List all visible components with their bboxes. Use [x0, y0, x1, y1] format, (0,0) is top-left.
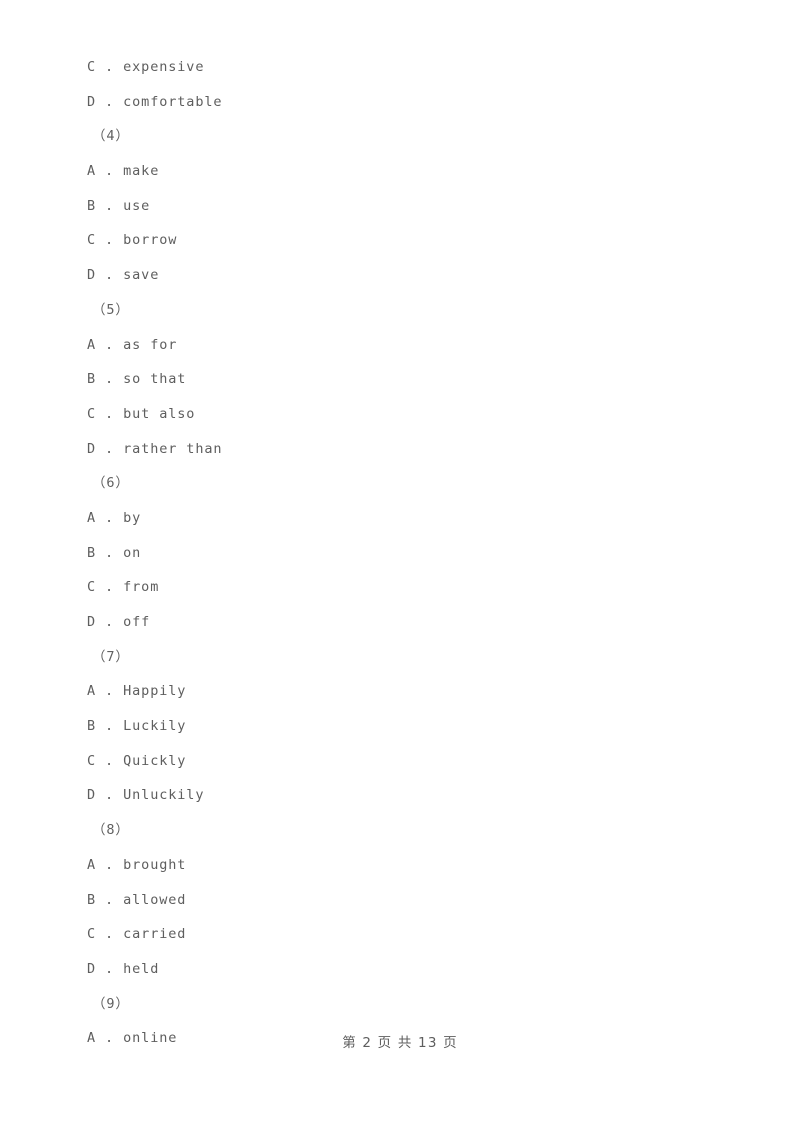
answer-option: A . make [87, 163, 160, 180]
page-footer: 第 2 页 共 13 页 [342, 1035, 458, 1051]
answer-option: D . save [87, 267, 160, 284]
answer-option: C . borrow [87, 232, 178, 249]
answer-option: B . Luckily [87, 718, 187, 735]
answer-option: D . Unluckily [87, 787, 205, 804]
answer-option: D . comfortable [87, 93, 223, 110]
answer-option: A . by [87, 509, 142, 526]
answer-option: C . from [87, 579, 160, 596]
answer-option: A . brought [87, 856, 187, 873]
answer-option: C . carried [87, 926, 187, 943]
question-number: （4） [92, 128, 130, 145]
answer-option: B . so that [87, 371, 187, 388]
answer-option: D . rather than [87, 440, 223, 457]
document-page: C . expensive D . comfortable （4） A . make B… [0, 0, 800, 1132]
answer-option: C . Quickly [87, 752, 187, 769]
answer-option: B . allowed [87, 891, 187, 908]
question-number: （7） [92, 648, 130, 665]
question-number: （6） [92, 475, 130, 492]
answer-option: B . use [87, 197, 151, 214]
answer-option: D . off [87, 614, 151, 630]
answer-option: C . but also [87, 405, 196, 422]
question-number: （9） [92, 995, 130, 1012]
answer-option: B . on [87, 544, 142, 561]
answer-option: C . expensive [87, 59, 205, 75]
question-options-list: C . expensive D . comfortable （4） A . make B… [80, 50, 740, 1056]
question-number: （5） [92, 301, 130, 318]
answer-option: D . held [87, 960, 160, 977]
question-number: （8） [92, 822, 130, 839]
answer-option: A . as for [87, 336, 178, 353]
answer-option: A . Happily [87, 683, 187, 700]
